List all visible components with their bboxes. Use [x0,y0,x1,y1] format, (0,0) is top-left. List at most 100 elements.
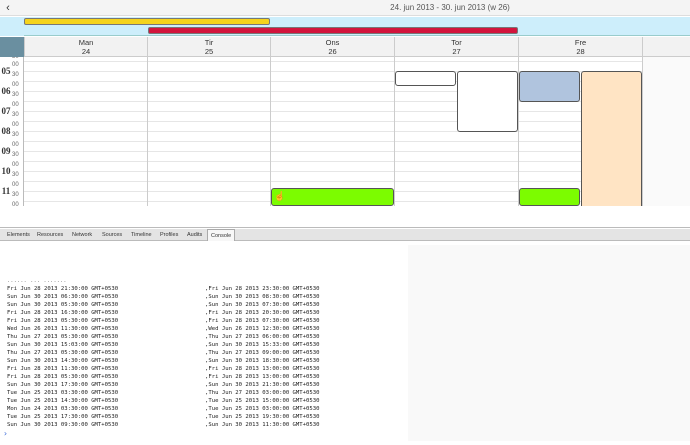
log-end-time: ,Sun Jun 30 2013 21:30:00 GMT+0530 [205,382,320,388]
allday-event-red[interactable] [148,27,518,34]
hour-label: 10 [1,166,11,176]
day-name: Man [78,38,94,47]
minute-label: 30 [12,72,19,78]
date-range-title: 24. jun 2013 - 30. jun 2013 (w 26) [390,3,510,12]
gridline [24,131,642,132]
log-end-time: ,Tue Jun 25 2013 15:00:00 GMT+0530 [205,398,320,404]
log-end-time: ,Sun Jun 30 2013 08:30:00 GMT+0530 [205,294,320,300]
gridline [24,161,642,162]
minute-label: 30 [12,92,19,98]
devtools-tab-sources[interactable]: Sources [99,229,125,241]
day-name: Ons [325,38,340,47]
day-header-thu[interactable]: Tor 27 [394,37,518,57]
devtools-tab-profiles[interactable]: Profiles [157,229,181,241]
allday-row [0,17,690,36]
event-thu-long[interactable] [457,71,518,132]
console-log-row: Fri Jun 28 2013 21:30:00 GMT+0530 ,Fri Ju… [7,285,320,293]
log-start-time: Mon Jun 24 2013 03:30:00 GMT+0530 [7,406,119,412]
devtools-tab-timeline[interactable]: Timeline [128,229,155,241]
devtools-tab-network[interactable]: Network [69,229,95,241]
log-start-time: Fri Jun 28 2013 05:30:00 GMT+0530 [7,318,119,324]
console-side-area [408,245,690,441]
console-log-row: Sun Jun 30 2013 14:30:00 GMT+0530 ,Sun Ju… [7,357,320,365]
log-end-time: ,Thu Jun 27 2013 06:00:00 GMT+0530 [205,334,320,340]
devtools-tab-audits[interactable]: Audits [184,229,205,241]
log-start-time: Wed Jun 26 2013 11:30:00 GMT+0530 [7,326,119,332]
log-end-time: ,Sun Jun 30 2013 11:30:00 GMT+0530 [205,422,320,428]
log-end-time: ,Fri Jun 28 2013 20:30:00 GMT+0530 [205,310,320,316]
console-log-row: Sun Jun 30 2013 09:30:00 GMT+0530 ,Sun Ju… [7,421,320,429]
log-start-time: Thu Jun 27 2013 05:30:00 GMT+0530 [7,350,119,356]
console-log-row: Sun Jun 30 2013 15:03:00 GMT+0530 ,Sun Ju… [7,341,320,349]
event-thu-short[interactable] [395,71,456,86]
allday-gutter [0,17,24,36]
gridline [24,121,642,122]
day-name: Tir [204,38,214,47]
gridline [24,151,642,152]
log-start-time: Sun Jun 30 2013 05:30:00 GMT+0530 [7,302,119,308]
day-header-tue[interactable]: Tir 25 [147,37,270,57]
log-end-time: ,Fri Jun 28 2013 13:00:00 GMT+0530 [205,366,320,372]
minute-label: 30 [12,172,19,178]
devtools-tab-elements[interactable]: Elements [4,229,33,241]
minute-label: 00 [12,62,19,68]
minute-label: 00 [12,82,19,88]
log-start-time: Fri Jun 28 2013 05:30:00 GMT+0530 [7,374,119,380]
hour-label: 05 [1,66,11,76]
log-start-time: Tue Jun 25 2013 03:30:00 GMT+0530 [7,390,119,396]
minute-label: 00 [12,102,19,108]
log-end-time: ,Thu Jun 27 2013 09:00:00 GMT+0530 [205,350,320,356]
event-fri-blue[interactable] [519,71,580,102]
console-log-row: Sun Jun 30 2013 06:30:00 GMT+0530 ,Sun Ju… [7,293,320,301]
day-header-fri[interactable]: Fre 28 [518,37,642,57]
day-name: Fre [574,38,587,47]
devtools-tab-console[interactable]: Console [207,229,236,241]
allday-event-yellow[interactable] [24,18,270,25]
minute-label: 30 [12,132,19,138]
time-grid[interactable]: 30 05 00 30 06 00 30 07 00 30 08 00 30 0… [0,57,690,206]
log-end-time: ,Fri Jun 28 2013 13:00:00 GMT+0530 [205,374,320,380]
log-end-time: ,Fri Jun 28 2013 23:30:00 GMT+0530 [205,286,320,292]
log-end-time: ,Sun Jun 30 2013 07:30:00 GMT+0530 [205,302,320,308]
grid-spare-column [642,57,690,206]
log-start-time: Sun Jun 30 2013 14:30:00 GMT+0530 [7,358,119,364]
console-prompt[interactable]: › [3,429,8,438]
devtools-tab-resources[interactable]: Resources [34,229,66,241]
minute-label: 30 [12,152,19,158]
log-start-time: Thu Jun 27 2013 05:30:00 GMT+0530 [7,334,119,340]
day-date: 27 [452,47,461,56]
log-end-time: ,Wed Jun 26 2013 12:30:00 GMT+0530 [205,326,320,332]
event-fri-green[interactable] [519,188,580,206]
log-end-time: ,Sun Jun 30 2013 15:33:00 GMT+0530 [205,342,320,348]
log-end-time: ,Tue Jun 25 2013 19:30:00 GMT+0530 [205,414,320,420]
minute-label: 00 [12,162,19,168]
console-log-row: Fri Jun 28 2013 16:30:00 GMT+0530 ,Fri Ju… [7,309,320,317]
minute-label: 30 [12,57,19,60]
console-panel[interactable]: ...... ... ....... Fri Jun 28 2013 21:30… [0,241,690,445]
hour-label: 11 [1,186,11,196]
log-start-time: Sun Jun 30 2013 15:03:00 GMT+0530 [7,342,119,348]
day-date: 26 [328,47,337,56]
console-log-row: Tue Jun 25 2013 14:30:00 GMT+0530 ,Tue Ju… [7,397,320,405]
gridline [24,141,642,142]
day-divider [270,57,271,206]
console-log-row: Sun Jun 30 2013 17:30:00 GMT+0530 ,Sun Ju… [7,381,320,389]
gridline [24,181,642,182]
day-date: 28 [576,47,585,56]
hour-label: 07 [1,106,11,116]
calendar-scroll-area [0,206,690,228]
minute-label: 00 [12,182,19,188]
log-start-time: Fri Jun 28 2013 21:30:00 GMT+0530 [7,286,119,292]
pointer-cursor-icon: ☝ [274,191,286,201]
calendar-toolbar: ‹ 24. jun 2013 - 30. jun 2013 (w 26) [0,0,690,16]
event-wed-green[interactable]: ☝ [271,188,394,206]
log-start-time: Tue Jun 25 2013 14:30:00 GMT+0530 [7,398,119,404]
day-header-mon[interactable]: Man 24 [24,37,147,57]
event-fri-peach[interactable] [581,71,642,206]
hour-label: 06 [1,86,11,96]
log-start-time: Sun Jun 30 2013 09:30:00 GMT+0530 [7,422,119,428]
day-date: 25 [204,47,214,56]
hour-label: 08 [1,126,11,136]
day-header-wed[interactable]: Ons 26 [270,37,394,57]
log-start-time: Fri Jun 28 2013 16:30:00 GMT+0530 [7,310,119,316]
